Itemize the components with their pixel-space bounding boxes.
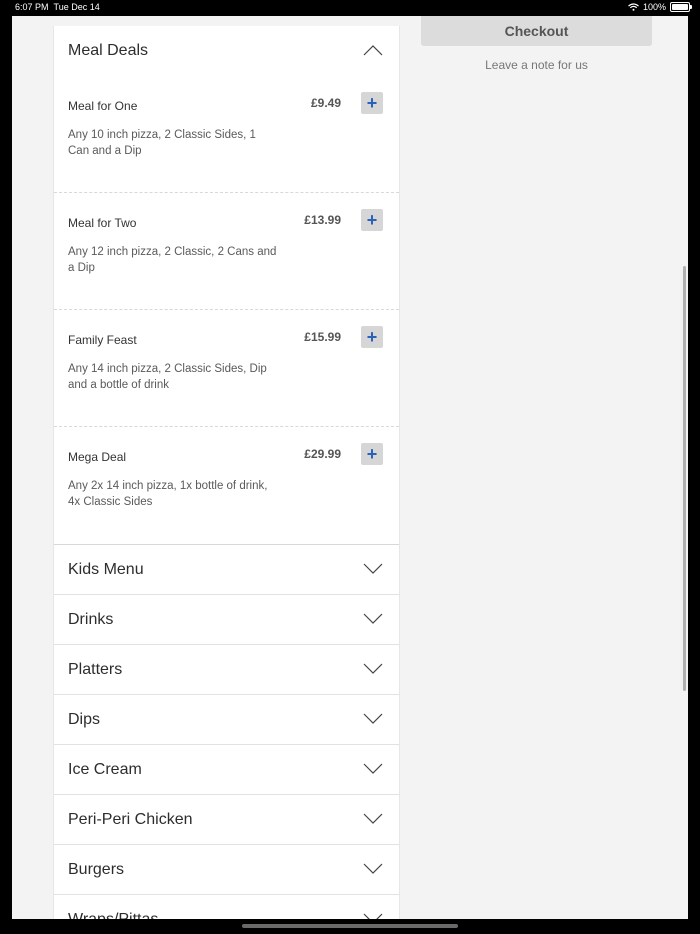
item-price: £13.99 [304,213,341,227]
chevron-down-icon[interactable] [363,713,383,725]
chevron-down-icon[interactable] [363,913,383,919]
add-button[interactable]: + [361,443,383,465]
chevron-down-icon[interactable] [363,663,383,675]
home-indicator[interactable] [242,924,458,928]
item-price: £29.99 [304,447,341,461]
section-header-ice-cream[interactable]: Ice Cream [54,745,399,795]
section-header-platters[interactable]: Platters [54,645,399,695]
list-item: Mega Deal £29.99 + Any 2x 14 inch pizza,… [54,427,399,544]
wifi-icon [628,3,639,11]
list-item: Meal for One £9.49 + Any 10 inch pizza, … [54,76,399,193]
section-title: Meal Deals [68,42,149,59]
add-button[interactable]: + [361,209,383,231]
status-time: 6:07 PM Tue Dec 14 [15,2,100,12]
item-description: Any 2x 14 inch pizza, 1x bottle of drink… [68,480,268,508]
section-header-dips[interactable]: Dips [54,695,399,745]
section-header-meal-deals[interactable]: Meal Deals [54,26,399,76]
item-description: Any 12 inch pizza, 2 Classic, 2 Cans and… [68,246,277,274]
item-name: Family Feast [68,333,137,347]
plus-icon: + [366,327,378,347]
menu-panel: Meal Deals Meal for One £9.49 + Any 10 i… [53,26,400,919]
section-title: Ice Cream [68,760,142,778]
battery-percent: 100% [642,2,666,12]
item-description: Any 14 inch pizza, 2 Classic Sides, Dip … [68,363,267,391]
plus-icon: + [366,210,378,230]
section-title: Kids Menu [68,560,144,578]
section-title: Burgers [68,860,125,878]
section-title: Peri-Peri Chicken [68,810,193,828]
item-name: Mega Deal [68,450,127,464]
battery-fill [672,4,688,10]
item-price: £9.49 [310,96,341,110]
list-item: Family Feast £15.99 + Any 14 inch pizza,… [54,310,399,427]
status-bar: 6:07 PM Tue Dec 14 100% [0,0,700,16]
chevron-down-icon[interactable] [363,813,383,825]
app-screen: Meal Deals Meal for One £9.49 + Any 10 i… [12,16,688,919]
add-button[interactable]: + [361,92,383,114]
item-description: Any 10 inch pizza, 2 Classic Sides, 1 Ca… [68,129,256,157]
plus-icon: + [366,93,378,113]
scrollbar[interactable] [683,266,686,691]
order-sidebar: Checkout Leave a note for us [421,16,652,72]
chevron-down-icon[interactable] [363,763,383,775]
battery-icon [670,2,692,12]
section-title: Dips [68,710,101,728]
section-title: Wraps/Pittas [68,910,159,920]
section-title: Drinks [68,610,114,628]
section-header-burgers[interactable]: Burgers [54,845,399,895]
item-price: £15.99 [304,330,341,344]
status-right: 100% [628,2,692,12]
item-name: Meal for Two [68,216,137,230]
add-button[interactable]: + [361,326,383,348]
section-header-kids-menu[interactable]: Kids Menu [54,545,399,595]
chevron-up-icon[interactable] [363,44,383,56]
chevron-down-icon[interactable] [363,863,383,875]
plus-icon: + [366,444,378,464]
leave-note-link[interactable]: Leave a note for us [421,58,652,72]
chevron-down-icon[interactable] [363,613,383,625]
meal-deals-list: Meal for One £9.49 + Any 10 inch pizza, … [54,76,399,545]
section-header-peri-peri-chicken[interactable]: Peri-Peri Chicken [54,795,399,845]
chevron-down-icon[interactable] [363,563,383,575]
checkout-button[interactable]: Checkout [421,16,652,46]
item-name: Meal for One [68,99,138,113]
section-header-drinks[interactable]: Drinks [54,595,399,645]
section-title: Platters [68,660,123,678]
section-header-wraps-pittas[interactable]: Wraps/Pittas [54,895,399,919]
list-item: Meal for Two £13.99 + Any 12 inch pizza,… [54,193,399,310]
